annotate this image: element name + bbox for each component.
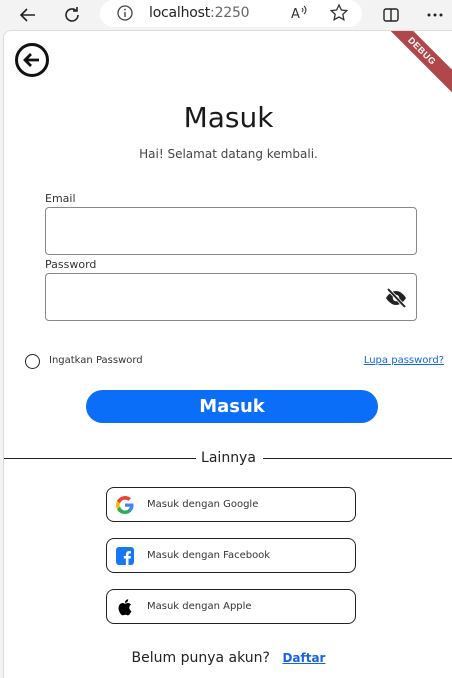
apple-login-label: Masuk dengan Apple (147, 601, 252, 612)
back-arrow-icon[interactable] (17, 4, 39, 26)
reload-icon[interactable] (61, 4, 83, 26)
address-bar[interactable]: localhost:2250 A (100, 0, 362, 27)
facebook-icon (115, 546, 135, 566)
more-menu-icon[interactable] (424, 4, 446, 26)
facebook-login-button[interactable]: Masuk dengan Facebook (106, 538, 356, 573)
signup-prompt: Belum punya akun? Daftar (4, 650, 452, 666)
login-button[interactable]: Masuk (86, 390, 378, 423)
email-field[interactable] (45, 207, 417, 255)
app-page: DEBUG Masuk Hai! Selamat datang kembali.… (3, 30, 452, 678)
password-input[interactable] (46, 274, 376, 320)
arrow-left-icon (23, 53, 39, 67)
email-label: Email (45, 192, 76, 205)
split-screen-icon[interactable] (380, 4, 402, 26)
browser-toolbar: localhost:2250 A (0, 0, 452, 30)
apple-login-button[interactable]: Masuk dengan Apple (106, 589, 356, 624)
info-icon[interactable] (116, 4, 134, 27)
divider: Lainnya (4, 449, 452, 469)
page-subtitle: Hai! Selamat datang kembali. (139, 147, 318, 161)
url-text: localhost:2250 (149, 5, 250, 21)
signup-prompt-text: Belum punya akun? (131, 650, 270, 666)
password-field[interactable] (45, 273, 417, 321)
page-title: Masuk (183, 101, 274, 134)
google-icon (115, 495, 135, 515)
facebook-login-label: Masuk dengan Facebook (147, 550, 271, 561)
signup-link[interactable]: Daftar (282, 651, 325, 665)
password-label: Password (45, 258, 97, 271)
favorite-star-icon[interactable] (329, 3, 349, 28)
remember-password-label: Ingatkan Password (49, 355, 143, 366)
visibility-off-icon[interactable] (384, 286, 408, 315)
read-aloud-icon[interactable]: A (289, 3, 309, 28)
debug-banner: DEBUG (373, 31, 452, 100)
email-input[interactable] (46, 208, 376, 254)
apple-icon (115, 597, 135, 617)
svg-text:A: A (291, 7, 300, 22)
google-login-label: Masuk dengan Google (147, 499, 259, 510)
forgot-password-link[interactable]: Lupa password? (364, 355, 444, 366)
back-button[interactable] (15, 43, 49, 77)
remember-password-radio[interactable] (25, 354, 40, 369)
divider-line-right (263, 458, 452, 459)
google-login-button[interactable]: Masuk dengan Google (106, 487, 356, 522)
